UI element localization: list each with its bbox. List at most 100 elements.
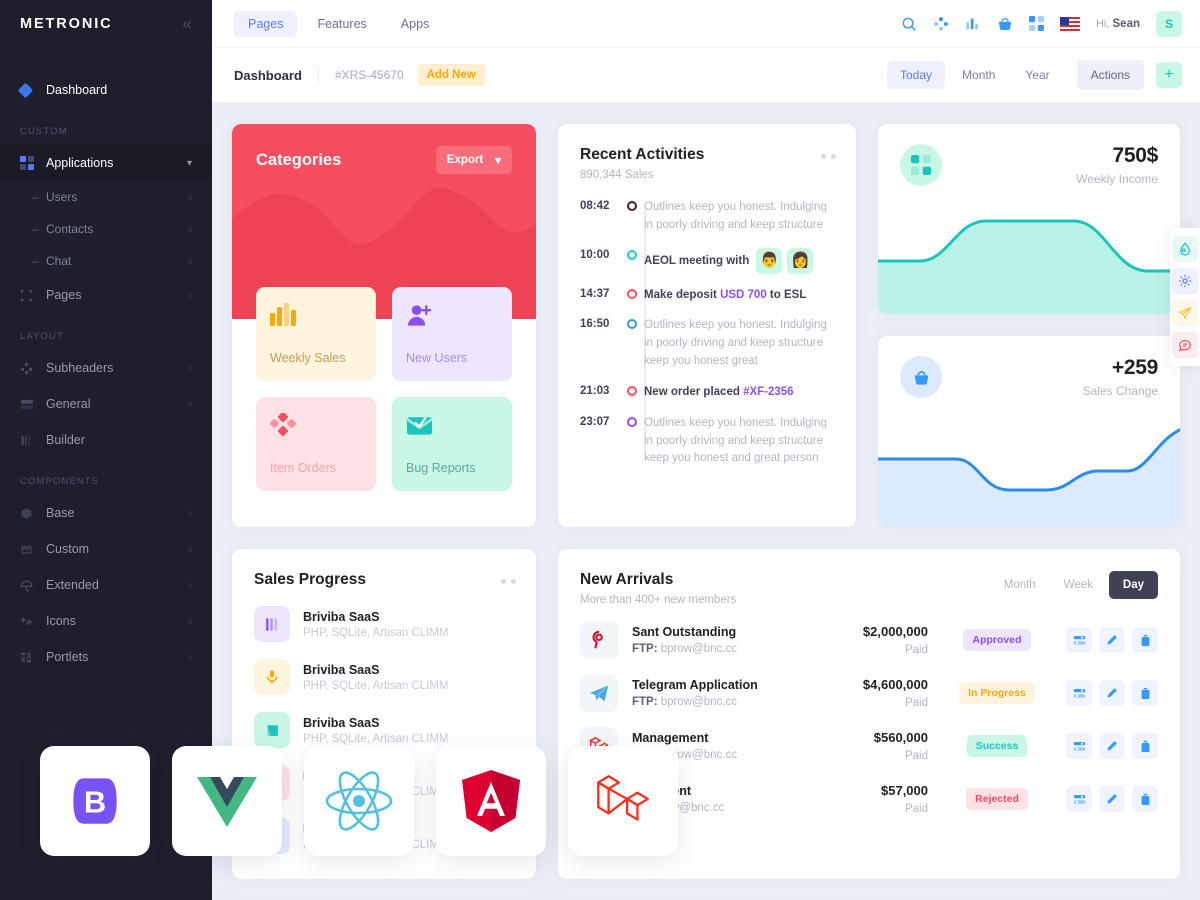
settings-icon[interactable] bbox=[1066, 680, 1092, 706]
row-ftp: FTP: bprow@bnc.cc bbox=[632, 696, 804, 708]
trash-icon[interactable] bbox=[1132, 733, 1158, 759]
ftp-label: FTP: bbox=[632, 696, 658, 708]
tab-features[interactable]: Features bbox=[303, 11, 380, 37]
new-arrivals-titles: New Arrivals More than 400+ new members bbox=[580, 571, 736, 606]
settings-icon[interactable] bbox=[1066, 733, 1092, 759]
list-item[interactable]: Briviba SaaS PHP, SQLite, Artisan CLIMM bbox=[254, 606, 514, 642]
plus-icon[interactable]: + bbox=[1156, 62, 1182, 88]
settings-icon[interactable] bbox=[1066, 786, 1092, 812]
sidebar-item-base[interactable]: Base › bbox=[0, 495, 212, 531]
sidebar-item-chat[interactable]: – Chat › bbox=[0, 245, 212, 277]
basket-icon[interactable] bbox=[997, 16, 1013, 32]
sidebar-item-label: Contacts bbox=[46, 222, 94, 236]
chat-icon[interactable] bbox=[1172, 332, 1198, 358]
tab-pages[interactable]: Pages bbox=[234, 10, 298, 37]
edit-icon[interactable] bbox=[1099, 627, 1125, 653]
angular-logo[interactable] bbox=[436, 746, 546, 856]
bar-chart-icon[interactable] bbox=[965, 16, 981, 32]
tab-apps[interactable]: Apps bbox=[387, 11, 444, 37]
list-item[interactable]: Briviba SaaS PHP, SQLite, Artisan CLIMM bbox=[254, 712, 514, 748]
actions-button[interactable]: Actions bbox=[1076, 60, 1144, 90]
item-desc: PHP, SQLite, Artisan CLIMM bbox=[303, 732, 449, 745]
trash-icon[interactable] bbox=[1132, 680, 1158, 706]
more-dots-icon[interactable] bbox=[821, 154, 836, 159]
settings-icon[interactable] bbox=[1066, 627, 1092, 653]
droplet-icon[interactable] bbox=[1172, 236, 1198, 262]
timeline-text: New order placed bbox=[644, 385, 744, 398]
scatter-icon[interactable] bbox=[933, 16, 949, 32]
send-icon[interactable] bbox=[1172, 300, 1198, 326]
sidebar-item-extended[interactable]: Extended › bbox=[0, 567, 212, 603]
trash-icon[interactable] bbox=[1132, 786, 1158, 812]
search-icon[interactable] bbox=[901, 16, 917, 32]
edit-icon[interactable] bbox=[1099, 786, 1125, 812]
sidebar-item-pages[interactable]: Pages › bbox=[0, 277, 212, 313]
sidebar-item-custom[interactable]: Custom › bbox=[0, 531, 212, 567]
list-item-text: Briviba SaaS PHP, SQLite, Artisan CLIMM bbox=[303, 716, 449, 745]
tile-new-users[interactable]: New Users bbox=[392, 287, 512, 381]
weekly-income-card: 750$ Weekly Income bbox=[878, 124, 1180, 314]
grid-icon[interactable] bbox=[1028, 16, 1044, 31]
sidebar-section-custom: CUSTOM bbox=[20, 126, 68, 137]
new-arrivals-subtitle: More than 400+ new members bbox=[580, 594, 737, 606]
row-paid: Paid bbox=[904, 803, 928, 815]
greeting: Hi, Sean bbox=[1096, 18, 1140, 30]
sidebar-item-general[interactable]: General › bbox=[0, 386, 212, 422]
chevron-right-icon: › bbox=[188, 543, 192, 555]
flag-us-icon[interactable] bbox=[1059, 16, 1080, 31]
timeline-time: 10:00 bbox=[580, 248, 610, 261]
status-badge: Rejected bbox=[966, 788, 1028, 810]
sidebar-item-icons[interactable]: Icons › bbox=[0, 603, 212, 639]
sidebar-item-label: Users bbox=[46, 190, 78, 204]
sidebar-item-subheaders[interactable]: Subheaders › bbox=[0, 350, 212, 386]
timeline-text-wrap: New order placed #XF-2356 bbox=[644, 384, 794, 402]
row-paid: Paid bbox=[904, 750, 928, 762]
trash-icon[interactable] bbox=[1132, 627, 1158, 653]
category-tiles: Weekly Sales New Users Item Orders Bug R… bbox=[256, 287, 512, 491]
gear-icon[interactable] bbox=[1172, 268, 1198, 294]
sidebar-item-portlets[interactable]: Portlets › bbox=[0, 639, 212, 675]
divider bbox=[317, 67, 319, 83]
edit-icon[interactable] bbox=[1099, 733, 1125, 759]
timeline-text-wrap: AEOL meeting with 👨 👩 bbox=[644, 247, 814, 274]
recent-activities-subtitle: 890,344 Sales bbox=[580, 169, 654, 181]
grid-icon bbox=[900, 144, 942, 186]
row-amount: $2,000,000 Paid bbox=[818, 624, 928, 656]
sidebar-item-applications[interactable]: Applications ▾ bbox=[0, 145, 212, 181]
range-today-button[interactable]: Today bbox=[887, 61, 946, 89]
dash-icon: – bbox=[32, 222, 39, 236]
tile-weekly-sales[interactable]: Weekly Sales bbox=[256, 287, 376, 381]
dashboard-app: METRONIC « Dashboard CUSTOM Applications… bbox=[0, 0, 1200, 900]
list-item[interactable]: Briviba SaaS PHP, SQLite, Artisan CLIMM bbox=[254, 659, 514, 695]
segment-week[interactable]: Week bbox=[1052, 572, 1105, 598]
avatar[interactable]: S bbox=[1156, 10, 1182, 37]
stat-values: 750$ Weekly Income bbox=[1076, 144, 1158, 186]
range-month-button[interactable]: Month bbox=[949, 61, 1008, 89]
tile-bug-reports[interactable]: Bug Reports bbox=[392, 397, 512, 491]
tile-item-orders[interactable]: Item Orders bbox=[256, 397, 376, 491]
export-button[interactable]: Export ▾ bbox=[435, 146, 512, 174]
sidebar-item-users[interactable]: – Users › bbox=[0, 181, 212, 213]
react-logo[interactable] bbox=[304, 746, 414, 856]
sidebar-item-contacts[interactable]: – Contacts › bbox=[0, 213, 212, 245]
sidebar-item-dashboard[interactable]: Dashboard bbox=[0, 72, 212, 108]
chevron-right-icon: › bbox=[188, 223, 192, 235]
diamonds-icon bbox=[270, 411, 362, 442]
segment-day[interactable]: Day bbox=[1108, 571, 1158, 599]
laravel-logo[interactable] bbox=[568, 746, 678, 856]
more-dots-icon[interactable] bbox=[501, 579, 516, 584]
bootstrap-logo[interactable]: B bbox=[40, 746, 150, 856]
edit-icon[interactable] bbox=[1099, 680, 1125, 706]
item-name: Briviba SaaS bbox=[303, 609, 380, 624]
sidebar-item-builder[interactable]: Builder bbox=[0, 422, 212, 458]
segment-month[interactable]: Month bbox=[992, 572, 1048, 598]
mic-icon bbox=[254, 659, 290, 695]
vue-logo[interactable] bbox=[172, 746, 282, 856]
sidebar-item-label: Custom bbox=[46, 542, 90, 556]
subheader-actions: Today Month Year Actions + bbox=[887, 60, 1182, 90]
activities-timeline: 08:42 Outlines keep you honest. Indulgin… bbox=[580, 199, 834, 468]
add-new-button[interactable]: Add New bbox=[417, 64, 485, 86]
sidebar-collapse-icon[interactable]: « bbox=[183, 15, 192, 32]
range-year-button[interactable]: Year bbox=[1012, 61, 1062, 89]
avatar: 👨 bbox=[756, 247, 783, 274]
